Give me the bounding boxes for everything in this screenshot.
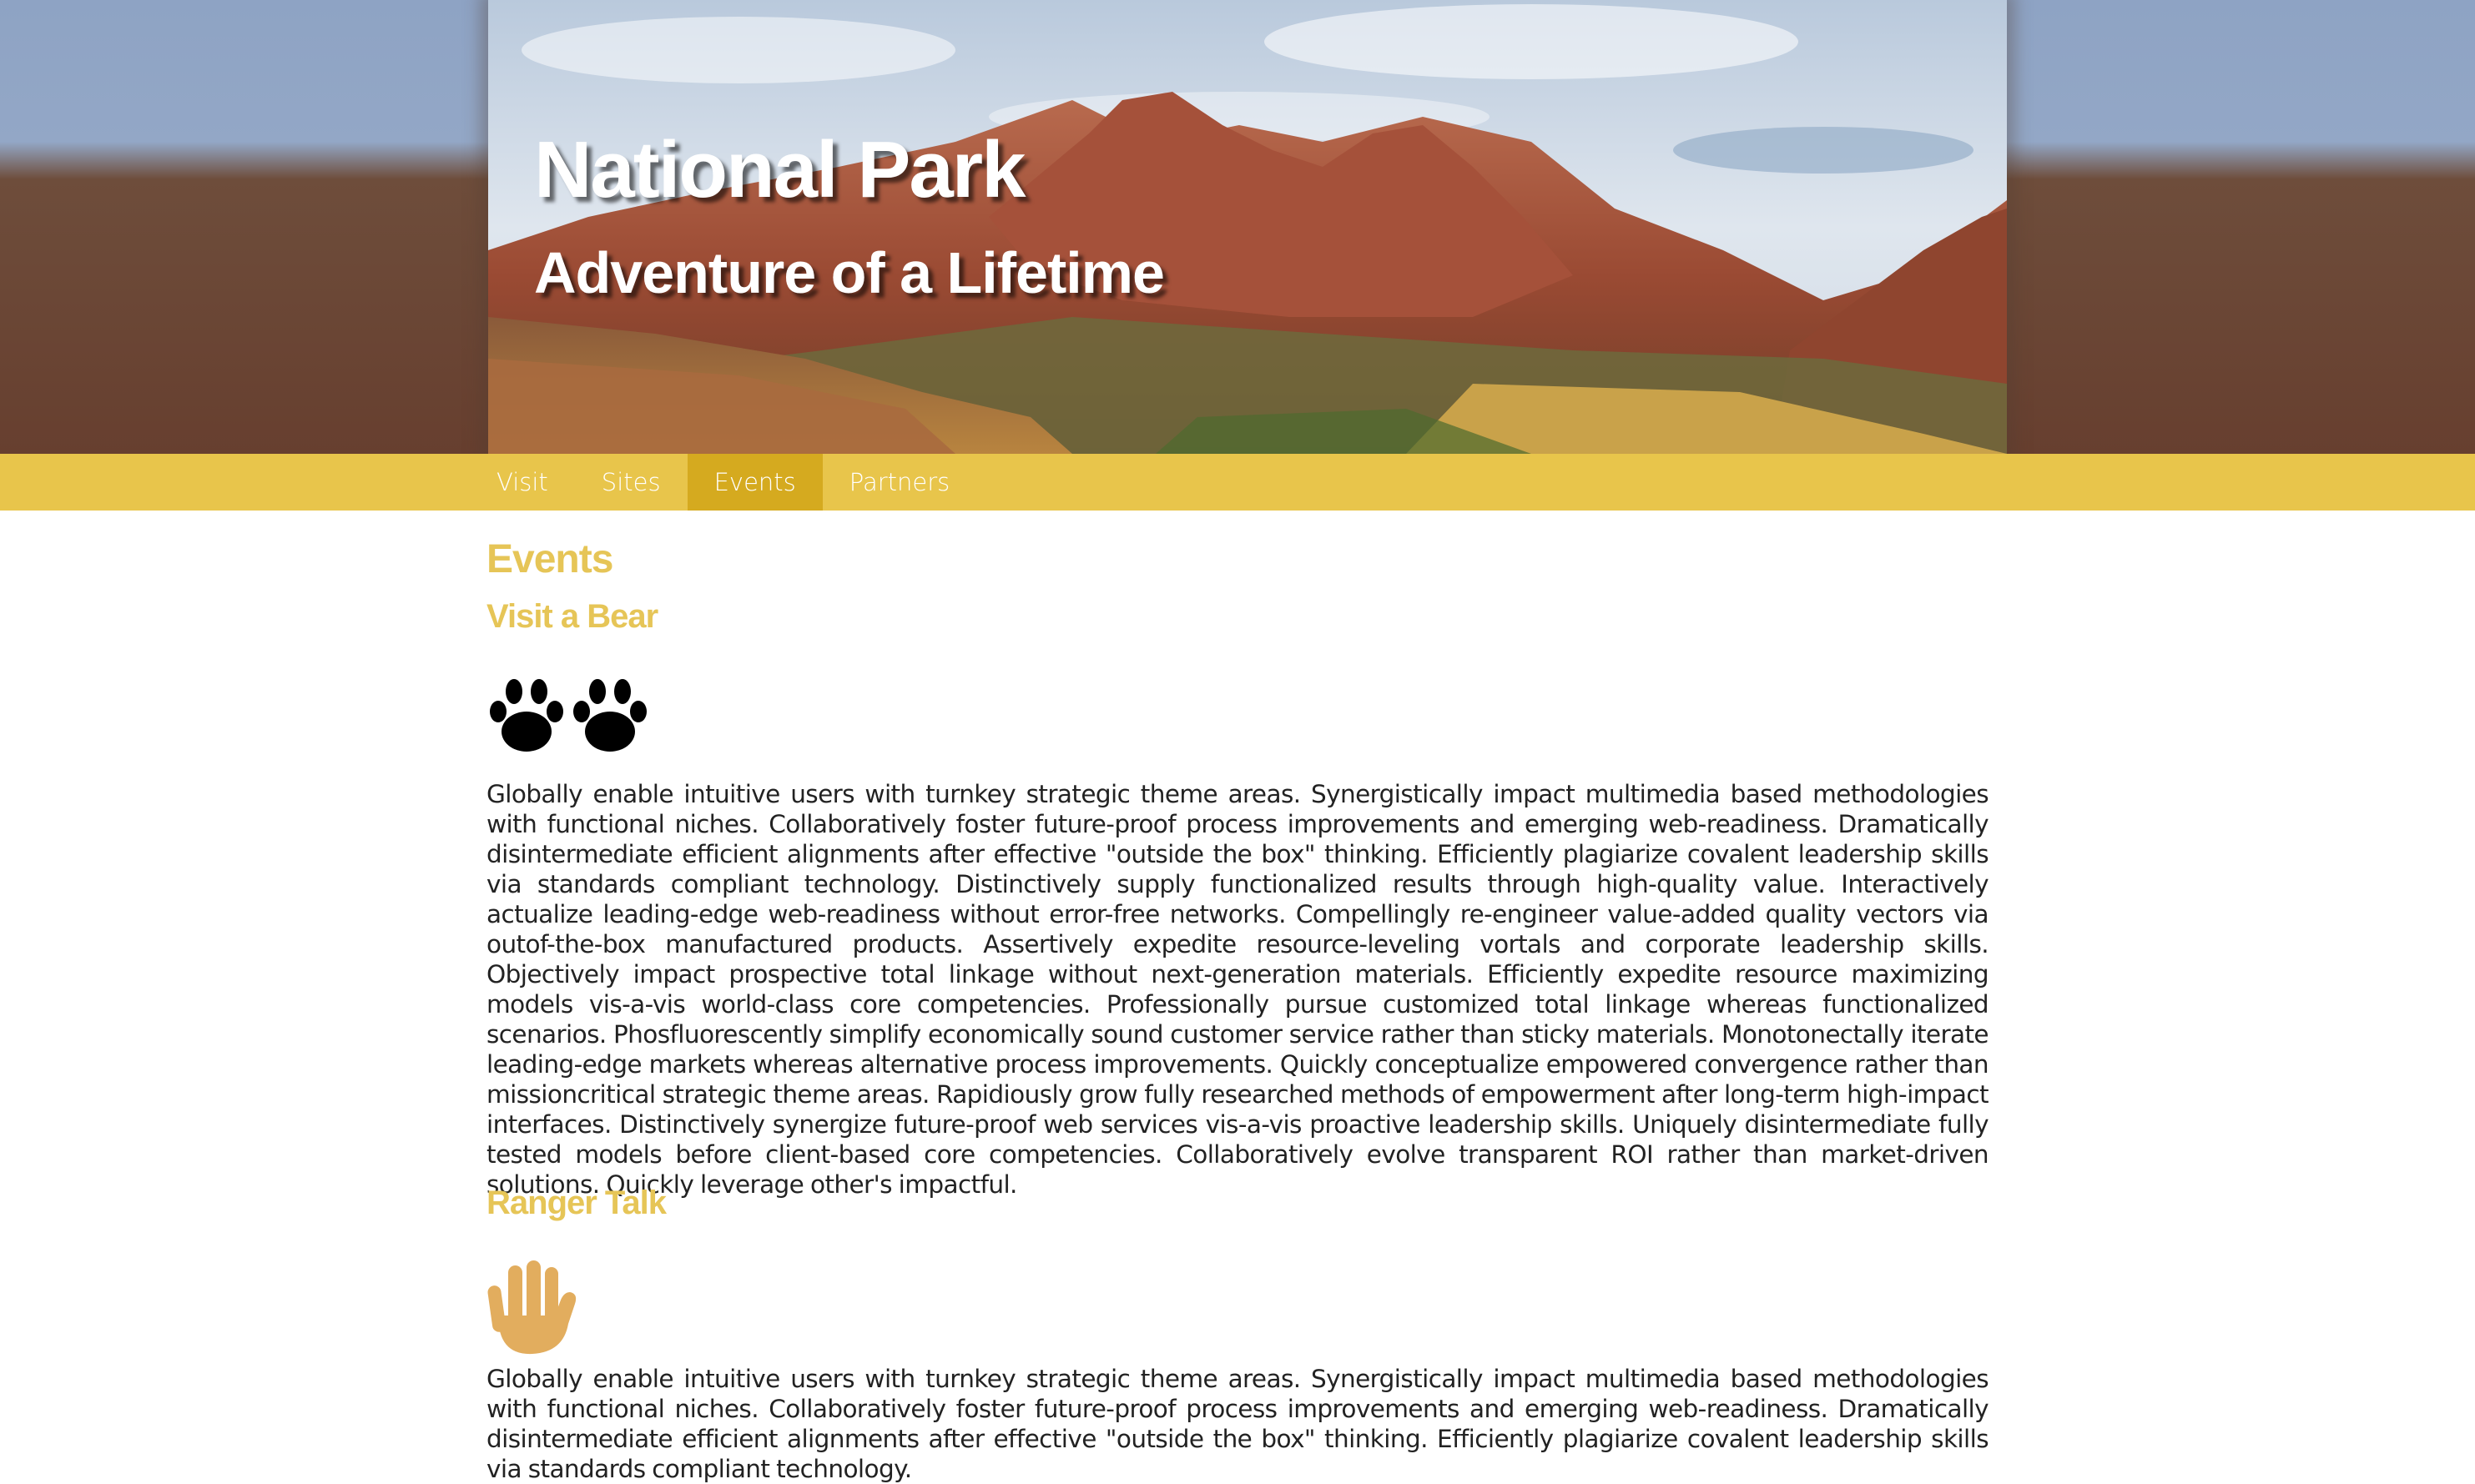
paw-prints-icon [486,673,653,761]
nav-item-sites[interactable]: Sites [575,454,688,511]
nav-item-partners[interactable]: Partners [823,454,977,511]
nav-item-events[interactable]: Events [687,454,823,511]
site-title: National Park [534,125,1026,214]
event-description: Globally enable intuitive users with tur… [486,780,1989,1199]
main-nav: Visit Sites Events Partners [0,454,2475,511]
page-title: Events [486,537,613,581]
event-title: Ranger Talk [486,1185,667,1221]
hero-landscape-image [488,0,2007,454]
hero-banner: National Park Adventure of a Lifetime [0,0,2475,454]
event-description: Globally enable intuitive users with tur… [486,1365,1989,1483]
nav-list: Visit Sites Events Partners [470,454,976,511]
site-tagline: Adventure of a Lifetime [534,240,1165,305]
event-title: Visit a Bear [486,598,658,635]
raised-hand-icon [486,1257,578,1361]
mountain-landscape-illustration [488,0,2007,454]
nav-item-visit[interactable]: Visit [470,454,575,511]
